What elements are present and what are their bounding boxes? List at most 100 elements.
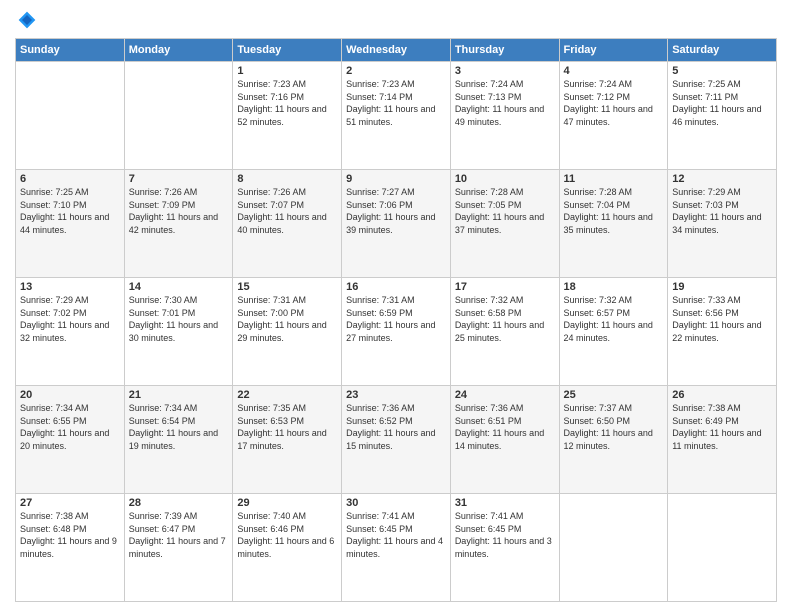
day-number: 22 — [237, 389, 337, 401]
day-number: 2 — [346, 65, 446, 77]
day-detail: Sunrise: 7:25 AMSunset: 7:11 PMDaylight:… — [672, 78, 772, 128]
header — [15, 10, 777, 30]
day-detail: Sunrise: 7:33 AMSunset: 6:56 PMDaylight:… — [672, 294, 772, 344]
day-detail: Sunrise: 7:29 AMSunset: 7:02 PMDaylight:… — [20, 294, 120, 344]
day-number: 27 — [20, 497, 120, 509]
day-number: 16 — [346, 281, 446, 293]
day-cell: 29Sunrise: 7:40 AMSunset: 6:46 PMDayligh… — [233, 494, 342, 602]
day-number: 24 — [455, 389, 555, 401]
day-number: 13 — [20, 281, 120, 293]
weekday-header-thursday: Thursday — [450, 39, 559, 62]
day-cell: 26Sunrise: 7:38 AMSunset: 6:49 PMDayligh… — [668, 386, 777, 494]
weekday-header-row: SundayMondayTuesdayWednesdayThursdayFrid… — [16, 39, 777, 62]
day-cell — [559, 494, 668, 602]
day-cell: 28Sunrise: 7:39 AMSunset: 6:47 PMDayligh… — [124, 494, 233, 602]
day-number: 14 — [129, 281, 229, 293]
day-detail: Sunrise: 7:36 AMSunset: 6:52 PMDaylight:… — [346, 402, 446, 452]
page: SundayMondayTuesdayWednesdayThursdayFrid… — [0, 0, 792, 612]
calendar-table: SundayMondayTuesdayWednesdayThursdayFrid… — [15, 38, 777, 602]
day-cell: 10Sunrise: 7:28 AMSunset: 7:05 PMDayligh… — [450, 170, 559, 278]
day-detail: Sunrise: 7:27 AMSunset: 7:06 PMDaylight:… — [346, 186, 446, 236]
day-cell: 7Sunrise: 7:26 AMSunset: 7:09 PMDaylight… — [124, 170, 233, 278]
day-cell: 5Sunrise: 7:25 AMSunset: 7:11 PMDaylight… — [668, 62, 777, 170]
day-number: 21 — [129, 389, 229, 401]
day-cell: 24Sunrise: 7:36 AMSunset: 6:51 PMDayligh… — [450, 386, 559, 494]
day-number: 3 — [455, 65, 555, 77]
weekday-header-monday: Monday — [124, 39, 233, 62]
day-number: 6 — [20, 173, 120, 185]
day-detail: Sunrise: 7:39 AMSunset: 6:47 PMDaylight:… — [129, 510, 229, 560]
day-cell: 8Sunrise: 7:26 AMSunset: 7:07 PMDaylight… — [233, 170, 342, 278]
day-cell: 4Sunrise: 7:24 AMSunset: 7:12 PMDaylight… — [559, 62, 668, 170]
day-detail: Sunrise: 7:35 AMSunset: 6:53 PMDaylight:… — [237, 402, 337, 452]
day-number: 20 — [20, 389, 120, 401]
day-number: 4 — [564, 65, 664, 77]
day-detail: Sunrise: 7:36 AMSunset: 6:51 PMDaylight:… — [455, 402, 555, 452]
day-detail: Sunrise: 7:38 AMSunset: 6:48 PMDaylight:… — [20, 510, 120, 560]
day-cell: 2Sunrise: 7:23 AMSunset: 7:14 PMDaylight… — [342, 62, 451, 170]
day-number: 19 — [672, 281, 772, 293]
day-detail: Sunrise: 7:41 AMSunset: 6:45 PMDaylight:… — [346, 510, 446, 560]
day-detail: Sunrise: 7:24 AMSunset: 7:13 PMDaylight:… — [455, 78, 555, 128]
weekday-header-saturday: Saturday — [668, 39, 777, 62]
day-number: 31 — [455, 497, 555, 509]
day-cell: 22Sunrise: 7:35 AMSunset: 6:53 PMDayligh… — [233, 386, 342, 494]
day-cell: 6Sunrise: 7:25 AMSunset: 7:10 PMDaylight… — [16, 170, 125, 278]
day-detail: Sunrise: 7:37 AMSunset: 6:50 PMDaylight:… — [564, 402, 664, 452]
day-cell: 9Sunrise: 7:27 AMSunset: 7:06 PMDaylight… — [342, 170, 451, 278]
day-detail: Sunrise: 7:29 AMSunset: 7:03 PMDaylight:… — [672, 186, 772, 236]
day-cell: 25Sunrise: 7:37 AMSunset: 6:50 PMDayligh… — [559, 386, 668, 494]
day-number: 15 — [237, 281, 337, 293]
weekday-header-sunday: Sunday — [16, 39, 125, 62]
day-number: 8 — [237, 173, 337, 185]
day-detail: Sunrise: 7:30 AMSunset: 7:01 PMDaylight:… — [129, 294, 229, 344]
day-cell — [668, 494, 777, 602]
day-number: 25 — [564, 389, 664, 401]
day-cell: 31Sunrise: 7:41 AMSunset: 6:45 PMDayligh… — [450, 494, 559, 602]
day-cell: 3Sunrise: 7:24 AMSunset: 7:13 PMDaylight… — [450, 62, 559, 170]
day-detail: Sunrise: 7:40 AMSunset: 6:46 PMDaylight:… — [237, 510, 337, 560]
day-cell: 1Sunrise: 7:23 AMSunset: 7:16 PMDaylight… — [233, 62, 342, 170]
weekday-header-wednesday: Wednesday — [342, 39, 451, 62]
week-row-2: 6Sunrise: 7:25 AMSunset: 7:10 PMDaylight… — [16, 170, 777, 278]
day-detail: Sunrise: 7:28 AMSunset: 7:04 PMDaylight:… — [564, 186, 664, 236]
day-number: 17 — [455, 281, 555, 293]
day-cell: 17Sunrise: 7:32 AMSunset: 6:58 PMDayligh… — [450, 278, 559, 386]
weekday-header-friday: Friday — [559, 39, 668, 62]
day-number: 5 — [672, 65, 772, 77]
day-detail: Sunrise: 7:31 AMSunset: 6:59 PMDaylight:… — [346, 294, 446, 344]
day-detail: Sunrise: 7:26 AMSunset: 7:07 PMDaylight:… — [237, 186, 337, 236]
day-detail: Sunrise: 7:32 AMSunset: 6:57 PMDaylight:… — [564, 294, 664, 344]
day-number: 12 — [672, 173, 772, 185]
day-number: 7 — [129, 173, 229, 185]
day-number: 1 — [237, 65, 337, 77]
day-number: 28 — [129, 497, 229, 509]
day-detail: Sunrise: 7:23 AMSunset: 7:16 PMDaylight:… — [237, 78, 337, 128]
logo — [15, 10, 37, 30]
day-cell: 13Sunrise: 7:29 AMSunset: 7:02 PMDayligh… — [16, 278, 125, 386]
day-detail: Sunrise: 7:38 AMSunset: 6:49 PMDaylight:… — [672, 402, 772, 452]
day-cell: 20Sunrise: 7:34 AMSunset: 6:55 PMDayligh… — [16, 386, 125, 494]
week-row-1: 1Sunrise: 7:23 AMSunset: 7:16 PMDaylight… — [16, 62, 777, 170]
day-number: 30 — [346, 497, 446, 509]
day-detail: Sunrise: 7:32 AMSunset: 6:58 PMDaylight:… — [455, 294, 555, 344]
day-cell: 16Sunrise: 7:31 AMSunset: 6:59 PMDayligh… — [342, 278, 451, 386]
day-detail: Sunrise: 7:31 AMSunset: 7:00 PMDaylight:… — [237, 294, 337, 344]
day-cell: 14Sunrise: 7:30 AMSunset: 7:01 PMDayligh… — [124, 278, 233, 386]
day-cell — [16, 62, 125, 170]
day-detail: Sunrise: 7:34 AMSunset: 6:54 PMDaylight:… — [129, 402, 229, 452]
week-row-5: 27Sunrise: 7:38 AMSunset: 6:48 PMDayligh… — [16, 494, 777, 602]
day-cell: 30Sunrise: 7:41 AMSunset: 6:45 PMDayligh… — [342, 494, 451, 602]
day-number: 10 — [455, 173, 555, 185]
logo-icon — [17, 10, 37, 30]
day-number: 11 — [564, 173, 664, 185]
day-cell: 21Sunrise: 7:34 AMSunset: 6:54 PMDayligh… — [124, 386, 233, 494]
day-number: 23 — [346, 389, 446, 401]
day-detail: Sunrise: 7:28 AMSunset: 7:05 PMDaylight:… — [455, 186, 555, 236]
day-cell: 12Sunrise: 7:29 AMSunset: 7:03 PMDayligh… — [668, 170, 777, 278]
day-cell: 18Sunrise: 7:32 AMSunset: 6:57 PMDayligh… — [559, 278, 668, 386]
day-cell: 15Sunrise: 7:31 AMSunset: 7:00 PMDayligh… — [233, 278, 342, 386]
day-detail: Sunrise: 7:24 AMSunset: 7:12 PMDaylight:… — [564, 78, 664, 128]
day-number: 26 — [672, 389, 772, 401]
day-detail: Sunrise: 7:23 AMSunset: 7:14 PMDaylight:… — [346, 78, 446, 128]
